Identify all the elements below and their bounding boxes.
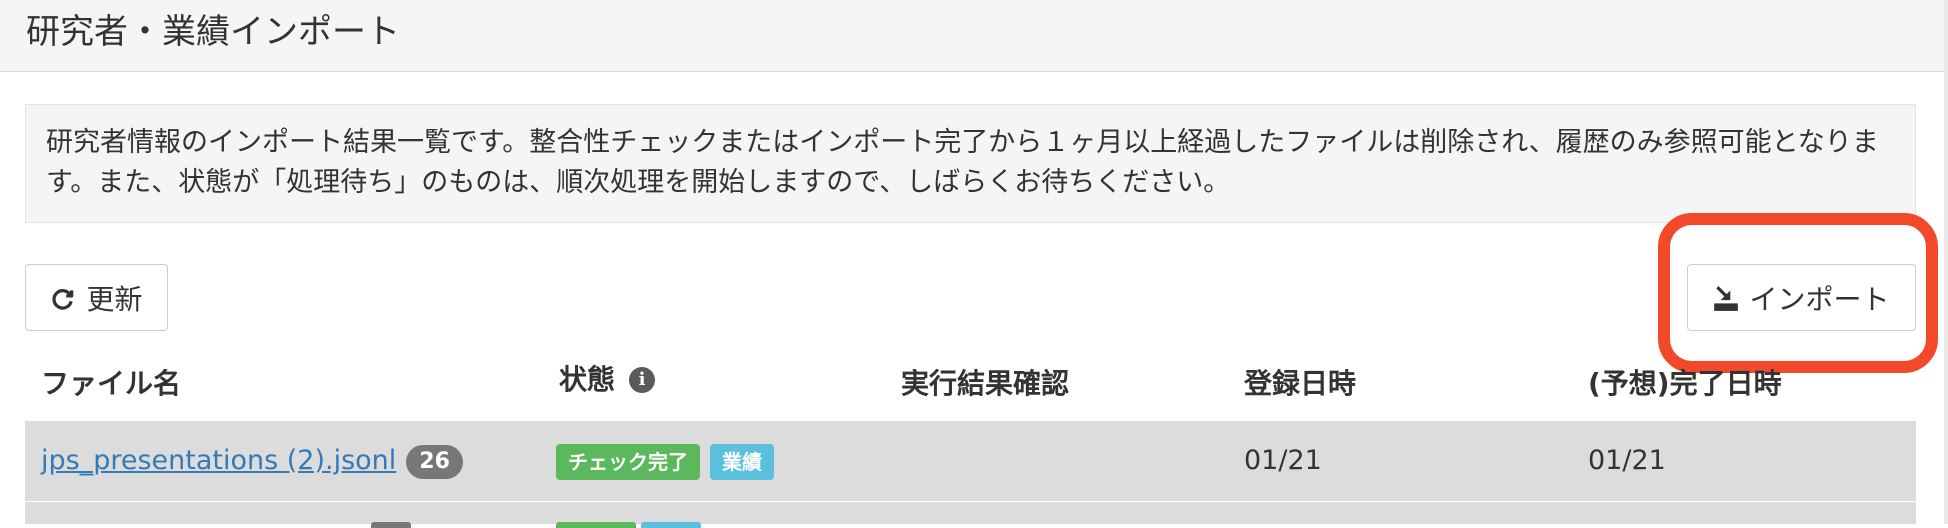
type-badge-partial — [641, 522, 701, 528]
table-row — [25, 502, 1916, 528]
status-cell: チェック完了 業績 — [556, 443, 774, 480]
info-notice: 研究者情報のインポート結果一覧です。整合性チェックまたはインポート完了から１ヶ月… — [25, 104, 1916, 223]
status-badge-partial — [556, 522, 636, 528]
column-header-completed[interactable]: (予想)完了日時 — [1588, 366, 1782, 402]
scroll-edge — [1944, 0, 1948, 524]
count-badge: 26 — [406, 444, 463, 479]
refresh-button[interactable]: 更新 — [25, 264, 168, 331]
type-badge: 業績 — [710, 443, 774, 480]
column-header-status-label: 状態 — [559, 363, 616, 396]
column-header-result[interactable]: 実行結果確認 — [901, 366, 1069, 402]
count-badge-partial — [371, 522, 411, 528]
page-title: 研究者・業績インポート — [26, 12, 400, 52]
status-badge: チェック完了 — [556, 443, 700, 480]
file-cell: jps_presentations (2).jsonl 26 — [41, 443, 463, 479]
file-link[interactable]: jps_presentations (2).jsonl — [41, 445, 396, 476]
refresh-label: 更新 — [86, 282, 143, 316]
column-header-registered[interactable]: 登録日時 — [1244, 366, 1356, 402]
registered-cell: 01/21 — [1244, 445, 1322, 476]
import-highlight-annotation — [1658, 213, 1938, 373]
completed-cell: 01/21 — [1588, 445, 1666, 476]
table-row: jps_presentations (2).jsonl 26 チェック完了 業績 0… — [25, 421, 1916, 501]
title-bar: 研究者・業績インポート — [0, 0, 1948, 72]
info-icon[interactable]: i — [629, 367, 656, 393]
column-header-status[interactable]: 状態 i — [559, 362, 656, 398]
refresh-icon — [50, 285, 76, 311]
column-header-filename[interactable]: ファイル名 — [41, 366, 181, 402]
